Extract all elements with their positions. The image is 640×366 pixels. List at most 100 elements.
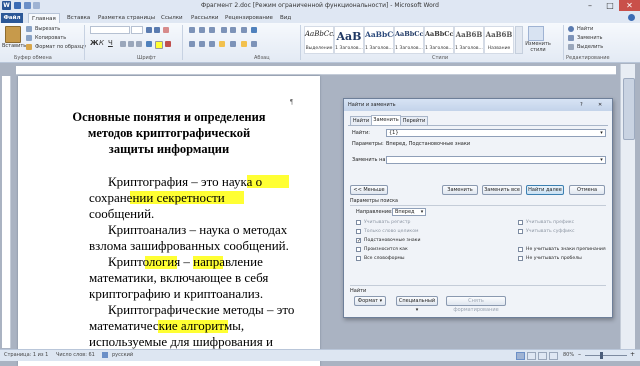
tab-file[interactable]: Файл — [1, 13, 23, 23]
find-button[interactable]: Найти — [577, 26, 593, 32]
vertical-ruler[interactable] — [2, 76, 11, 348]
style-title[interactable]: AaB6B Название — [484, 26, 514, 54]
page-count[interactable]: Страница: 1 из 1 — [4, 352, 48, 358]
special-button[interactable]: Специальный ▾ — [396, 296, 438, 313]
no-formatting-button[interactable]: Снять форматирование — [446, 296, 506, 313]
tab-references[interactable]: Ссылки — [158, 13, 186, 23]
replace-history-dropdown[interactable]: ▾ — [598, 157, 605, 163]
align-left-icon[interactable] — [189, 41, 195, 47]
cut-button[interactable]: Вырезать — [35, 26, 60, 32]
subscript-icon[interactable] — [128, 41, 134, 47]
outline-view-icon[interactable] — [549, 352, 558, 360]
paste-icon[interactable] — [5, 26, 21, 43]
show-marks-icon[interactable] — [251, 27, 257, 33]
sort-icon[interactable] — [241, 27, 247, 33]
replace-all-button[interactable]: Заменить все — [482, 185, 522, 195]
style-heading-2[interactable]: AaBbCc 1 Заголов... — [364, 26, 398, 54]
print-layout-view-icon[interactable] — [516, 352, 525, 360]
styles-scroll-icon[interactable] — [515, 26, 523, 54]
zoom-out-icon[interactable]: – — [578, 351, 581, 358]
style-heading-4[interactable]: AaBbCcI 1 Заголов... — [424, 26, 456, 54]
strikethrough-icon[interactable] — [120, 41, 126, 47]
style-emphasis[interactable]: AaBbCcI Выделение — [304, 26, 336, 54]
shading-icon[interactable] — [241, 41, 247, 47]
clear-format-icon[interactable] — [163, 27, 169, 33]
bold-icon[interactable]: Ж — [90, 39, 99, 47]
tab-mailings[interactable]: Рассылки — [188, 13, 222, 23]
grow-font-icon[interactable] — [146, 27, 152, 33]
sounds-like-checkbox[interactable] — [356, 247, 361, 252]
tab-insert[interactable]: Вставка — [64, 13, 93, 23]
wildcards-checkbox[interactable]: ✓ — [356, 238, 361, 244]
vertical-scrollbar[interactable] — [620, 64, 635, 349]
zoom-level[interactable]: 80% — [563, 352, 574, 358]
replace-button[interactable]: Заменить — [577, 35, 603, 41]
less-button[interactable]: << Меньше — [350, 185, 388, 195]
italic-icon[interactable]: К — [99, 39, 104, 47]
style-heading-3[interactable]: AaBbCcI 1 Заголов... — [394, 26, 426, 54]
underline-icon[interactable]: Ч — [108, 39, 113, 47]
scroll-thumb[interactable] — [623, 78, 635, 140]
format-painter-button[interactable]: Формат по образцу — [35, 44, 86, 50]
superscript-icon[interactable] — [136, 41, 142, 47]
decrease-indent-icon[interactable] — [221, 27, 227, 33]
find-next-button[interactable]: Найти далее — [526, 185, 564, 195]
document-page[interactable]: ¶ Основные понятия и определения методов… — [18, 76, 320, 366]
font-name-combo[interactable] — [90, 26, 130, 34]
cancel-button[interactable]: Отмена — [569, 185, 605, 195]
text-effects-icon[interactable] — [146, 41, 152, 47]
tab-page-layout[interactable]: Разметка страницы — [95, 13, 158, 23]
style-heading-5[interactable]: AaB6B 1 Заголов... — [454, 26, 484, 54]
font-color-icon[interactable] — [165, 41, 171, 47]
numbering-icon[interactable] — [199, 27, 205, 33]
match-prefix-checkbox[interactable] — [518, 220, 523, 225]
justify-icon[interactable] — [219, 41, 225, 47]
match-case-checkbox[interactable] — [356, 220, 361, 225]
line-spacing-icon[interactable] — [230, 41, 236, 47]
match-suffix-checkbox[interactable] — [518, 229, 523, 234]
web-layout-view-icon[interactable] — [538, 352, 547, 360]
style-heading-1[interactable]: AaB 1 Заголов... — [334, 26, 364, 54]
zoom-slider-thumb[interactable] — [600, 352, 603, 359]
horizontal-ruler[interactable] — [16, 66, 616, 75]
bullets-icon[interactable] — [189, 27, 195, 33]
find-input[interactable]: {1} — [386, 129, 606, 137]
replace-button[interactable]: Заменить — [442, 185, 478, 195]
zoom-in-icon[interactable]: + — [630, 351, 635, 358]
change-styles-button[interactable]: Изменить стили — [524, 41, 552, 53]
shrink-font-icon[interactable] — [154, 27, 160, 33]
copy-button[interactable]: Копировать — [35, 35, 66, 41]
close-window-button[interactable]: ✕ — [619, 0, 640, 11]
highlight-color-icon[interactable] — [155, 41, 163, 49]
borders-icon[interactable] — [251, 41, 257, 47]
find-history-dropdown[interactable]: ▾ — [598, 130, 605, 136]
align-right-icon[interactable] — [209, 41, 215, 47]
multilevel-list-icon[interactable] — [209, 27, 215, 33]
direction-dropdown-icon[interactable]: ▾ — [419, 209, 425, 215]
proofing-icon[interactable] — [102, 352, 108, 358]
replace-with-input[interactable] — [386, 156, 606, 164]
dialog-title-bar[interactable]: Найти и заменить ? ✕ — [344, 99, 612, 111]
language[interactable]: русский — [112, 352, 133, 358]
dialog-help-button[interactable]: ? — [580, 99, 583, 111]
align-center-icon[interactable] — [199, 41, 205, 47]
all-word-forms-checkbox[interactable] — [356, 256, 361, 261]
dialog-close-button[interactable]: ✕ — [598, 99, 602, 111]
maximize-button[interactable]: □ — [600, 0, 620, 11]
word-count[interactable]: Число слов: 61 — [56, 352, 95, 358]
whole-word-checkbox[interactable] — [356, 229, 361, 234]
format-button[interactable]: Формат ▾ — [354, 296, 386, 306]
ignore-punctuation-checkbox[interactable] — [518, 247, 523, 252]
help-icon[interactable] — [628, 14, 635, 21]
full-screen-view-icon[interactable] — [527, 352, 536, 360]
params-label: Параметры: — [352, 141, 384, 147]
zoom-slider[interactable] — [585, 355, 627, 356]
ignore-whitespace-checkbox[interactable] — [518, 256, 523, 261]
increase-indent-icon[interactable] — [230, 27, 236, 33]
tab-review[interactable]: Рецензирование — [222, 13, 276, 23]
minimize-button[interactable]: – — [580, 0, 600, 11]
tab-view[interactable]: Вид — [277, 13, 294, 23]
font-size-combo[interactable] — [131, 26, 143, 34]
select-button[interactable]: Выделить — [577, 44, 603, 50]
paste-button[interactable]: Вставить — [2, 43, 26, 49]
